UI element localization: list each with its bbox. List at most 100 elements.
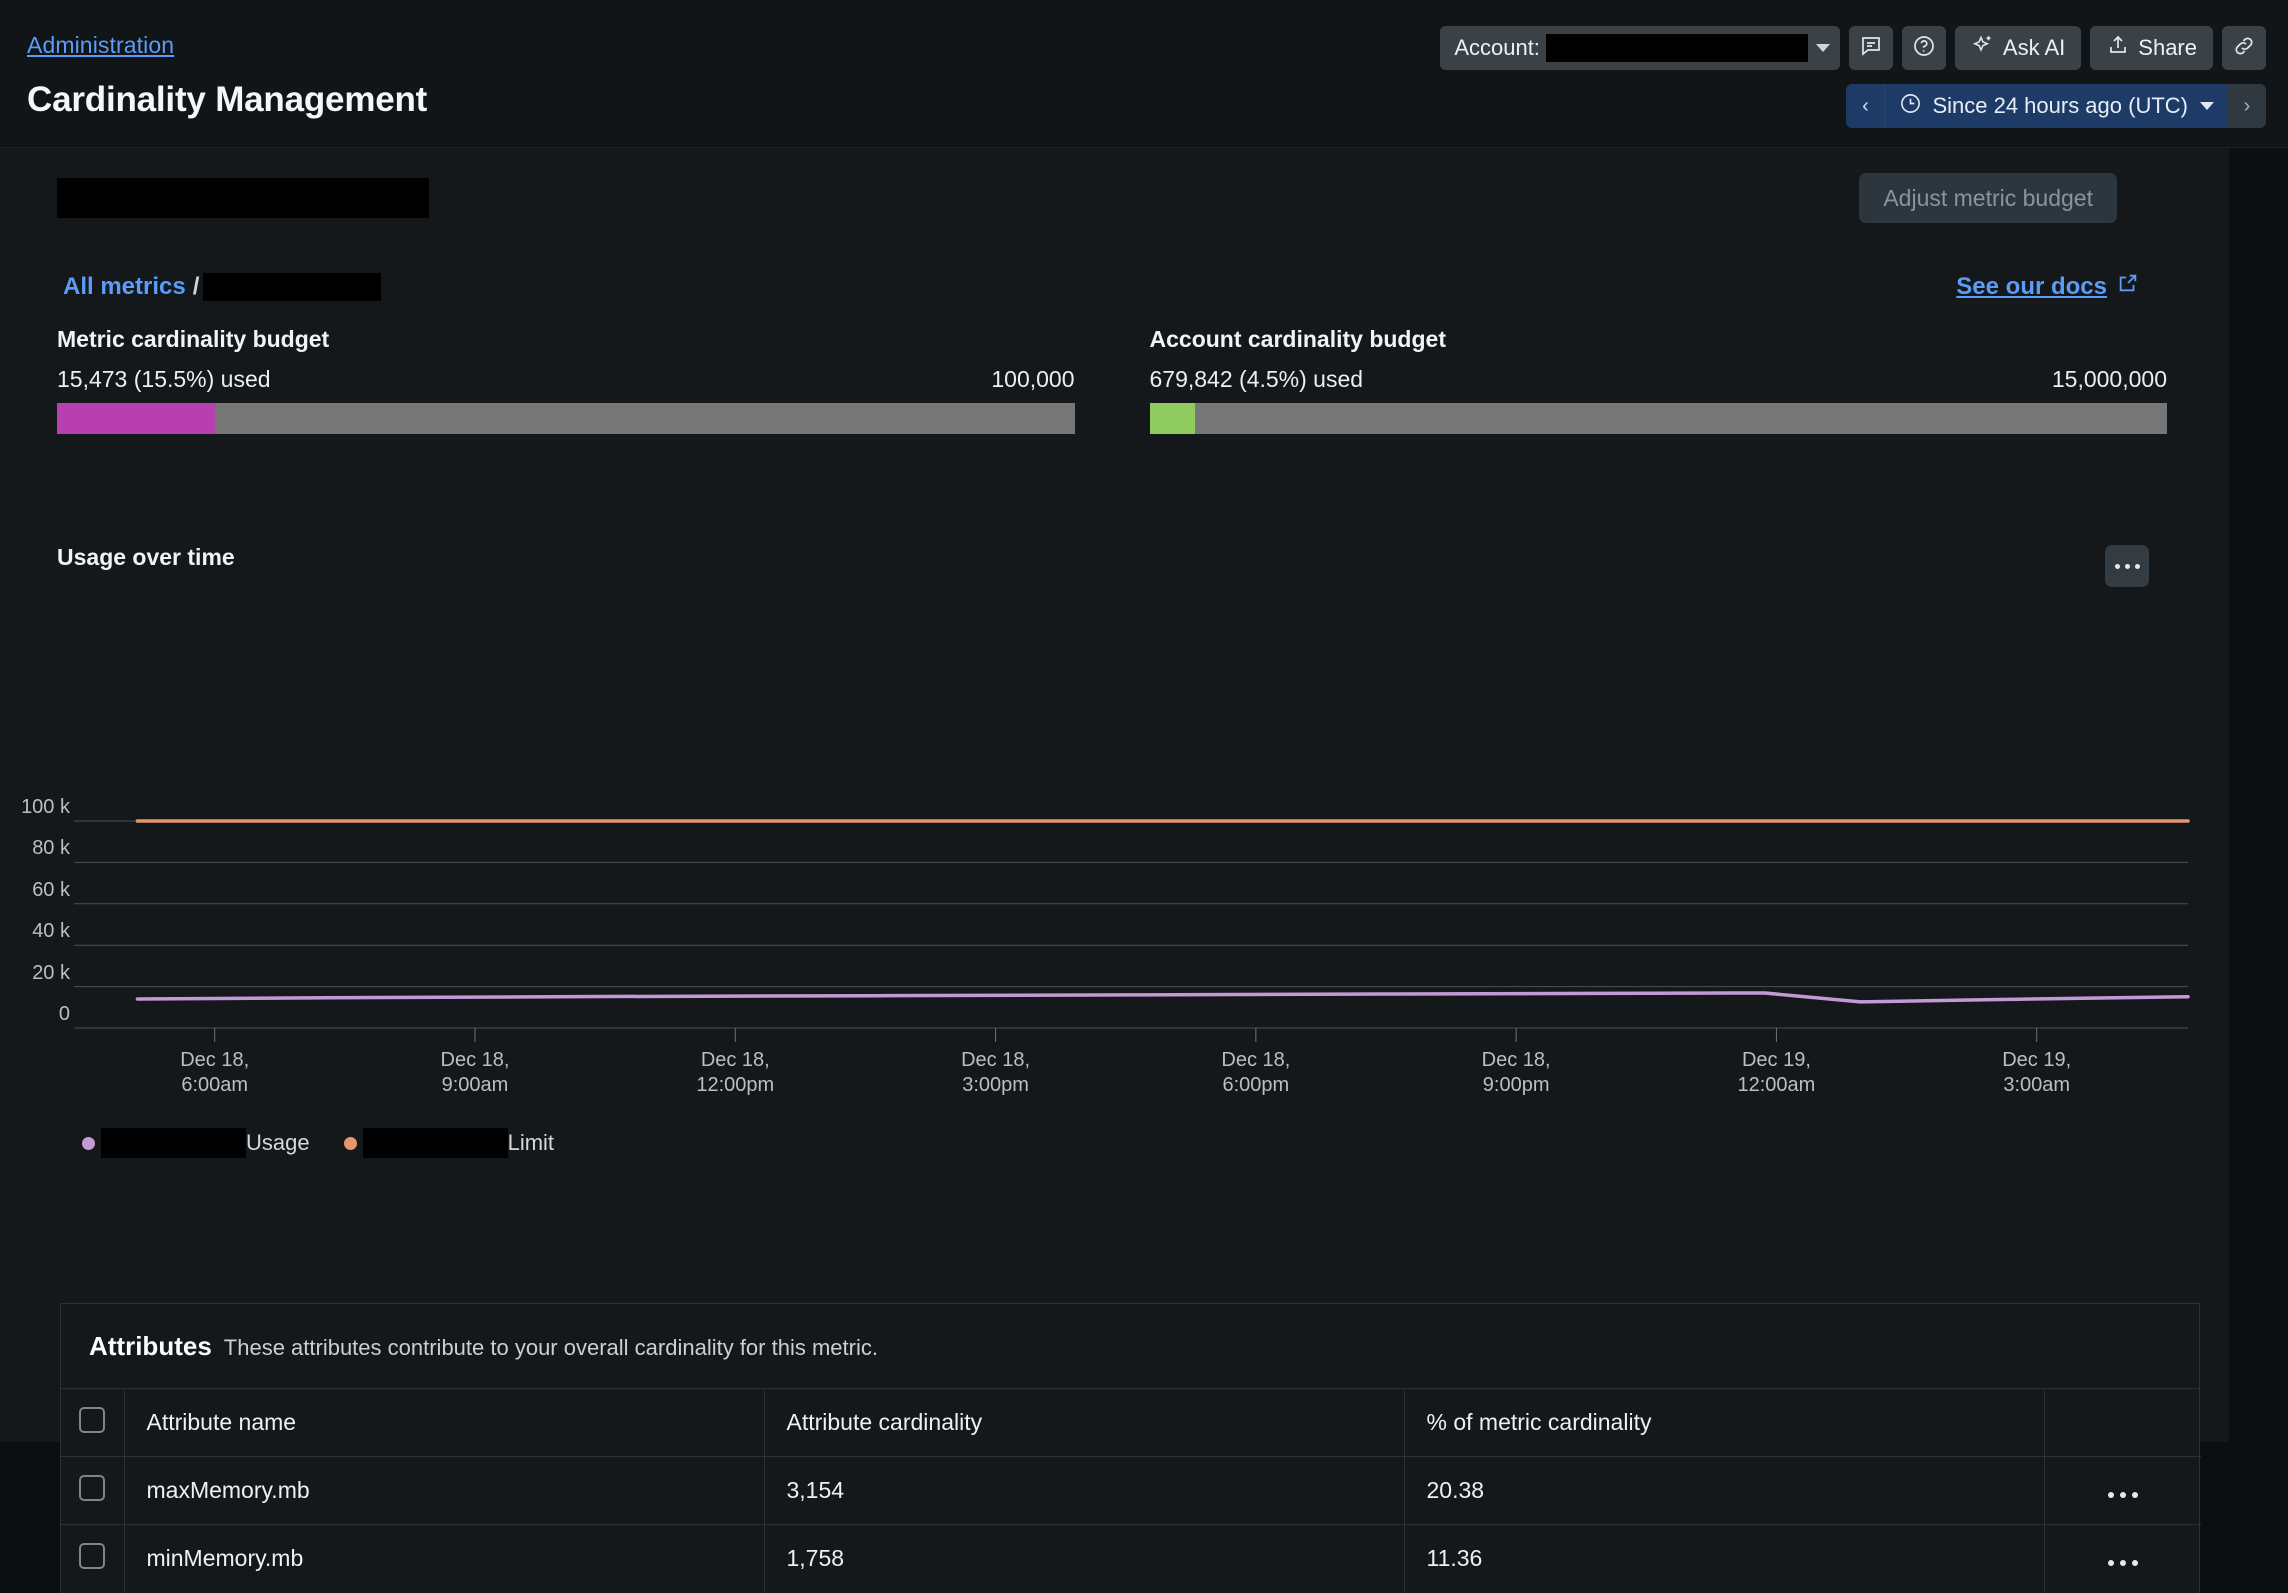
time-range-previous-button[interactable]: ‹ (1846, 84, 1884, 128)
row-actions-cell (2044, 1525, 2201, 1593)
chevron-down-icon (1816, 44, 1830, 52)
ellipsis-icon (2125, 564, 2130, 569)
question-circle-icon (1912, 34, 1936, 63)
main-content: Adjust metric budget All metrics / See o… (0, 148, 2230, 1442)
budget-progress-bar (1150, 403, 2168, 434)
see-our-docs-link[interactable]: See our docs (1956, 272, 2139, 301)
time-range-picker[interactable]: ‹ Since 24 hours ago (UTC) › (1846, 84, 2266, 128)
x-axis-tick-day: Dec 18, (395, 1048, 555, 1073)
time-range-next-button[interactable]: › (2228, 84, 2266, 128)
select-all-header (61, 1389, 124, 1457)
account-selector[interactable]: Account: (1440, 26, 1840, 70)
x-axis-tick-label: Dec 19,3:00am (1957, 1048, 2117, 1098)
attributes-card: Attributes These attributes contribute t… (60, 1303, 2200, 1593)
budget-limit-label: 100,000 (991, 366, 1074, 393)
attributes-subtitle: These attributes contribute to your over… (224, 1335, 878, 1361)
breadcrumb-separator: / (193, 273, 200, 301)
ask-ai-button[interactable]: Ask AI (1955, 26, 2081, 70)
table-header-row: Attribute name Attribute cardinality % o… (61, 1389, 2201, 1457)
legend-item-limit[interactable]: Limit (344, 1128, 554, 1158)
ellipsis-icon (2120, 1492, 2126, 1498)
column-attribute-name[interactable]: Attribute name (124, 1389, 764, 1457)
x-axis-tick-day: Dec 18, (1176, 1048, 1336, 1073)
table-row[interactable]: minMemory.mb1,75811.36 (61, 1525, 2201, 1593)
ellipsis-icon (2115, 564, 2120, 569)
column-percent-metric-cardinality[interactable]: % of metric cardinality (1404, 1389, 2044, 1457)
x-axis-tick-label: Dec 18,6:00pm (1176, 1048, 1336, 1098)
copy-link-button[interactable] (2222, 26, 2266, 70)
breadcrumb-all-metrics[interactable]: All metrics (63, 273, 186, 301)
budget-progress-fill (1150, 403, 1196, 434)
x-axis-tick-time: 6:00pm (1176, 1073, 1336, 1098)
time-range-label: Since 24 hours ago (UTC) (1932, 93, 2188, 119)
cell-percent-metric-cardinality: 20.38 (1404, 1457, 2044, 1525)
budget-progress-bar (57, 403, 1075, 434)
x-axis-tick-day: Dec 19, (1957, 1048, 2117, 1073)
table-row[interactable]: maxMemory.mb3,15420.38 (61, 1457, 2201, 1525)
select-all-checkbox[interactable] (79, 1407, 105, 1433)
x-axis-tick-time: 6:00am (135, 1073, 295, 1098)
row-options-button[interactable] (2108, 1492, 2138, 1498)
feedback-button[interactable] (1849, 26, 1893, 70)
y-axis-tick-label: 20 k (32, 962, 70, 985)
attributes-table: Attribute name Attribute cardinality % o… (61, 1388, 2201, 1593)
budget-used-label: 679,842 (4.5%) used (1150, 366, 1364, 393)
column-attribute-cardinality[interactable]: Attribute cardinality (764, 1389, 1404, 1457)
legend-label-limit: Limit (508, 1130, 554, 1156)
x-axis-tick-label: Dec 18,6:00am (135, 1048, 295, 1098)
metric-name-redacted (57, 178, 429, 218)
row-actions-cell (2044, 1457, 2201, 1525)
x-axis-tick-day: Dec 18, (655, 1048, 815, 1073)
share-button[interactable]: Share (2090, 26, 2213, 70)
cell-attribute-name: minMemory.mb (124, 1525, 764, 1593)
time-range-value[interactable]: Since 24 hours ago (UTC) (1884, 84, 2228, 128)
x-axis-tick-label: Dec 19,12:00am (1696, 1048, 1856, 1098)
ellipsis-icon (2120, 1560, 2126, 1566)
budget-title: Account cardinality budget (1150, 326, 2168, 353)
budget-used-label: 15,473 (15.5%) used (57, 366, 271, 393)
row-checkbox[interactable] (79, 1543, 105, 1569)
x-axis-tick-day: Dec 18, (135, 1048, 295, 1073)
y-axis-tick-label: 100 k (21, 796, 70, 819)
cell-attribute-name: maxMemory.mb (124, 1457, 764, 1525)
y-axis-tick-label: 40 k (32, 920, 70, 943)
legend-color-dot (82, 1137, 95, 1150)
adjust-metric-budget-button[interactable]: Adjust metric budget (1859, 173, 2117, 223)
x-axis-tick-time: 3:00pm (916, 1073, 1076, 1098)
breadcrumb-administration[interactable]: Administration (27, 32, 174, 59)
legend-item-usage[interactable]: Usage (82, 1128, 310, 1158)
account-cardinality-budget: Account cardinality budget 679,842 (4.5%… (1150, 326, 2168, 434)
breadcrumb-metric-redacted (203, 273, 381, 301)
y-axis-tick-label: 0 (59, 1003, 70, 1026)
help-button[interactable] (1902, 26, 1946, 70)
clock-icon (1899, 92, 1922, 121)
chevron-down-icon (2200, 102, 2214, 110)
x-axis-tick-time: 9:00am (395, 1073, 555, 1098)
x-axis-tick-day: Dec 18, (1436, 1048, 1596, 1073)
top-bar: Administration Cardinality Management Ac… (0, 0, 2288, 148)
link-icon (2232, 34, 2256, 63)
y-axis-tick-label: 80 k (32, 837, 70, 860)
column-row-actions (2044, 1389, 2201, 1457)
x-axis-tick-time: 12:00pm (655, 1073, 815, 1098)
row-options-button[interactable] (2108, 1560, 2138, 1566)
see-our-docs-label: See our docs (1956, 273, 2107, 301)
x-axis-tick-time: 9:00pm (1436, 1073, 1596, 1098)
comment-icon (1859, 34, 1883, 63)
chart-options-button[interactable] (2105, 545, 2149, 587)
legend-series-redacted (363, 1128, 508, 1158)
share-label: Share (2138, 35, 2197, 61)
x-axis-tick-label: Dec 18,3:00pm (916, 1048, 1076, 1098)
chart-title: Usage over time (57, 544, 235, 571)
x-axis-tick-label: Dec 18,9:00pm (1436, 1048, 1596, 1098)
y-axis-tick-label: 60 k (32, 879, 70, 902)
attributes-title: Attributes (89, 1331, 212, 1362)
row-select-cell (61, 1457, 124, 1525)
external-link-icon (2117, 272, 2139, 301)
x-axis-tick-day: Dec 18, (916, 1048, 1076, 1073)
legend-series-redacted (101, 1128, 246, 1158)
account-value-redacted (1546, 34, 1808, 62)
row-checkbox[interactable] (79, 1475, 105, 1501)
ask-ai-label: Ask AI (2003, 35, 2065, 61)
share-upload-icon (2106, 33, 2130, 63)
